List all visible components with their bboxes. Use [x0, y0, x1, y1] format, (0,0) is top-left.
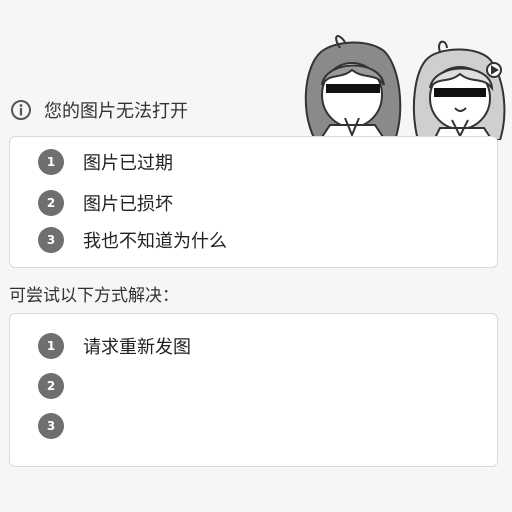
- error-header: 您的图片无法打开: [10, 96, 188, 124]
- number-badge: 3: [38, 227, 64, 253]
- solutions-card: 1 请求重新发图 2 3: [9, 313, 498, 467]
- number-badge: 2: [38, 373, 64, 399]
- reasons-card: 1 图片已过期 2 图片已损坏 3 我也不知道为什么: [9, 136, 498, 268]
- info-circle-icon: [10, 99, 32, 121]
- censor-bar-left: [326, 84, 380, 93]
- reason-item-3: 3 我也不知道为什么: [38, 226, 227, 254]
- number-badge: 1: [38, 149, 64, 175]
- reason-text: 我也不知道为什么: [83, 231, 227, 252]
- censor-bar-right: [434, 88, 486, 97]
- number-badge: 3: [38, 413, 64, 439]
- solution-item-1: 1 请求重新发图: [38, 332, 191, 360]
- number-badge: 2: [38, 190, 64, 216]
- solutions-title: 可尝试以下方式解决：: [9, 286, 179, 306]
- solution-text: 请求重新发图: [83, 337, 191, 358]
- solution-item-2: 2: [38, 372, 83, 400]
- reason-text: 图片已过期: [83, 153, 173, 174]
- number-badge: 1: [38, 333, 64, 359]
- reason-item-2: 2 图片已损坏: [38, 189, 173, 217]
- reason-text: 图片已损坏: [83, 194, 173, 215]
- error-title-text: 您的图片无法打开: [44, 101, 188, 122]
- reason-item-1: 1 图片已过期: [38, 148, 173, 176]
- solution-item-3: 3: [38, 412, 83, 440]
